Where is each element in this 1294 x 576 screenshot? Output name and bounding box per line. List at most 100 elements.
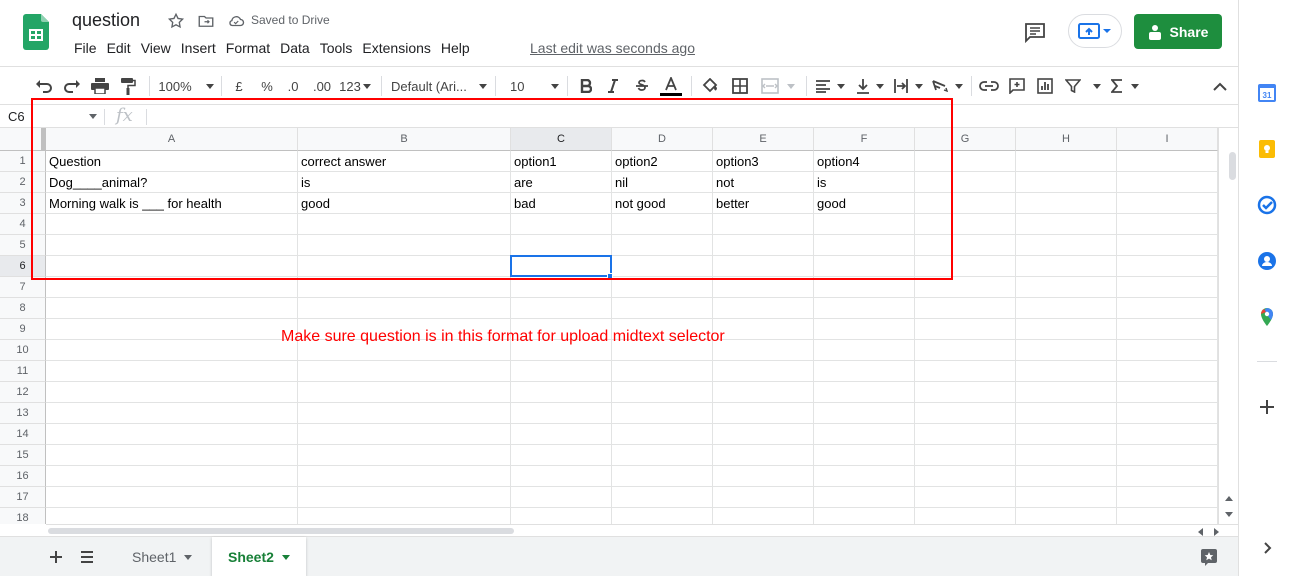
cell-g18[interactable]: [915, 508, 1016, 524]
cell-g9[interactable]: [915, 319, 1016, 340]
cell-a2[interactable]: Dog____animal?: [46, 172, 298, 193]
cell-h13[interactable]: [1016, 403, 1117, 424]
menu-format[interactable]: Format: [222, 39, 274, 57]
cell-f1[interactable]: option4: [814, 151, 915, 172]
cell-a3[interactable]: Morning walk is ___ for health: [46, 193, 298, 214]
cell-b16[interactable]: [298, 466, 511, 487]
cell-g14[interactable]: [915, 424, 1016, 445]
cell-b11[interactable]: [298, 361, 511, 382]
bold-button[interactable]: [576, 75, 596, 97]
tasks-icon[interactable]: [1257, 195, 1277, 215]
cell-a4[interactable]: [46, 214, 298, 235]
decrease-decimal-button[interactable]: .0: [282, 75, 304, 97]
filter-button[interactable]: [1063, 75, 1103, 97]
cell-a1[interactable]: Question: [46, 151, 298, 172]
cell-b17[interactable]: [298, 487, 511, 508]
cell-h4[interactable]: [1016, 214, 1117, 235]
all-sheets-icon[interactable]: [80, 551, 94, 563]
text-wrapping-button[interactable]: [892, 75, 924, 97]
cell-f15[interactable]: [814, 445, 915, 466]
cell-a12[interactable]: [46, 382, 298, 403]
document-title[interactable]: question: [72, 10, 140, 31]
cell-c13[interactable]: [511, 403, 612, 424]
row-header-14[interactable]: 14: [0, 424, 46, 445]
cell-d4[interactable]: [612, 214, 713, 235]
cell-i2[interactable]: [1117, 172, 1218, 193]
cell-e1[interactable]: option3: [713, 151, 814, 172]
cell-e7[interactable]: [713, 277, 814, 298]
cell-f12[interactable]: [814, 382, 915, 403]
formula-input[interactable]: [152, 109, 1212, 127]
font-select[interactable]: Default (Ari...: [391, 75, 487, 97]
cell-h15[interactable]: [1016, 445, 1117, 466]
menu-extensions[interactable]: Extensions: [358, 39, 434, 57]
cell-f18[interactable]: [814, 508, 915, 524]
insert-link-button[interactable]: [978, 75, 1000, 97]
cell-c16[interactable]: [511, 466, 612, 487]
cell-h10[interactable]: [1016, 340, 1117, 361]
row-header-13[interactable]: 13: [0, 403, 46, 424]
cell-h12[interactable]: [1016, 382, 1117, 403]
cell-h16[interactable]: [1016, 466, 1117, 487]
cell-f5[interactable]: [814, 235, 915, 256]
fill-color-button[interactable]: [699, 75, 721, 97]
chevron-down-icon[interactable]: [89, 114, 97, 119]
cell-e11[interactable]: [713, 361, 814, 382]
increase-decimal-button[interactable]: .00: [309, 75, 335, 97]
row-header-17[interactable]: 17: [0, 487, 46, 508]
cell-h8[interactable]: [1016, 298, 1117, 319]
cell-i6[interactable]: [1117, 256, 1218, 277]
column-header-d[interactable]: D: [612, 128, 713, 151]
cell-d16[interactable]: [612, 466, 713, 487]
cell-a11[interactable]: [46, 361, 298, 382]
cell-i8[interactable]: [1117, 298, 1218, 319]
strikethrough-button[interactable]: [632, 75, 652, 97]
cell-i9[interactable]: [1117, 319, 1218, 340]
contacts-icon[interactable]: [1257, 251, 1277, 271]
paint-format-button[interactable]: [117, 75, 139, 97]
sheet-tab-sheet1[interactable]: Sheet1: [116, 537, 208, 576]
cell-c7[interactable]: [511, 277, 612, 298]
cell-c15[interactable]: [511, 445, 612, 466]
menu-insert[interactable]: Insert: [177, 39, 220, 57]
row-header-16[interactable]: 16: [0, 466, 46, 487]
cell-c18[interactable]: [511, 508, 612, 524]
column-header-i[interactable]: I: [1117, 128, 1218, 151]
expand-icon[interactable]: [1257, 538, 1277, 558]
cell-a5[interactable]: [46, 235, 298, 256]
cell-c4[interactable]: [511, 214, 612, 235]
cell-h5[interactable]: [1016, 235, 1117, 256]
cell-e16[interactable]: [713, 466, 814, 487]
cell-c3[interactable]: bad: [511, 193, 612, 214]
text-color-button[interactable]: [660, 75, 682, 97]
explore-icon[interactable]: [1200, 548, 1218, 566]
cell-b2[interactable]: is: [298, 172, 511, 193]
active-cell-c6[interactable]: [510, 255, 612, 277]
cell-a13[interactable]: [46, 403, 298, 424]
cell-i10[interactable]: [1117, 340, 1218, 361]
text-rotation-button[interactable]: [930, 75, 964, 97]
cell-i5[interactable]: [1117, 235, 1218, 256]
cell-b12[interactable]: [298, 382, 511, 403]
cell-g11[interactable]: [915, 361, 1016, 382]
cell-f10[interactable]: [814, 340, 915, 361]
cell-f11[interactable]: [814, 361, 915, 382]
cell-i13[interactable]: [1117, 403, 1218, 424]
cell-f14[interactable]: [814, 424, 915, 445]
cell-i3[interactable]: [1117, 193, 1218, 214]
cell-h6[interactable]: [1016, 256, 1117, 277]
cell-i17[interactable]: [1117, 487, 1218, 508]
cell-d17[interactable]: [612, 487, 713, 508]
cell-i18[interactable]: [1117, 508, 1218, 524]
cell-g15[interactable]: [915, 445, 1016, 466]
cell-g17[interactable]: [915, 487, 1016, 508]
menu-help[interactable]: Help: [437, 39, 474, 57]
cell-a17[interactable]: [46, 487, 298, 508]
cell-i4[interactable]: [1117, 214, 1218, 235]
row-header-9[interactable]: 9: [0, 319, 46, 340]
sheet-tab-sheet2[interactable]: Sheet2: [212, 537, 306, 576]
keep-icon[interactable]: [1257, 139, 1277, 159]
row-header-18[interactable]: 18: [0, 508, 46, 524]
cell-i12[interactable]: [1117, 382, 1218, 403]
cell-e14[interactable]: [713, 424, 814, 445]
